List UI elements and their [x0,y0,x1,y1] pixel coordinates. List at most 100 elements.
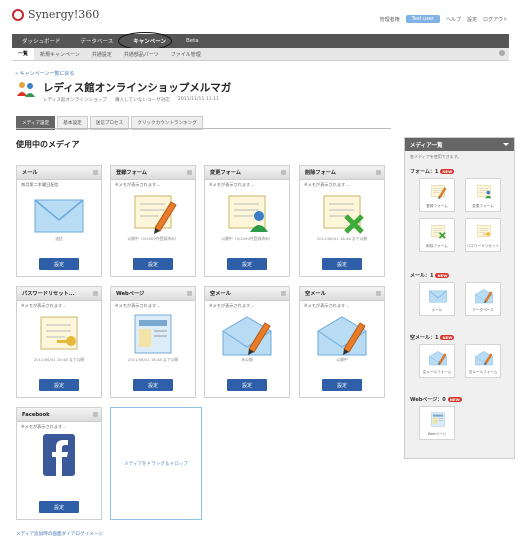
settings-button[interactable]: 設定 [322,379,362,391]
media-card: 変更フォーム ※メモが表示されます… 公開中（0/2000件登録済み） 設定 [204,165,290,277]
logo-text: Synergy!360 [28,8,100,21]
media-card-note: ※メモが表示されます… [115,182,161,187]
media-tile-label: パスワードリセット [466,244,500,248]
media-tile-label: 削除フォーム [426,244,448,248]
media-palette-note: 各メディアを使用できます。 [410,154,462,159]
dropzone-label: メディアをドラッグ＆ドロップ [124,461,188,467]
user-name-badge[interactable]: Test user [405,15,440,23]
close-icon[interactable] [93,170,98,175]
media-palette-tile[interactable]: 登録フォーム [419,178,455,212]
media-card-header[interactable]: 変更フォーム [205,166,289,180]
close-icon[interactable] [93,291,98,296]
media-tile-label: Webページ [427,432,447,436]
media-palette-tile[interactable]: 空メールフォーム [465,344,501,378]
close-icon[interactable] [187,170,192,175]
gear-icon[interactable] [499,50,505,56]
form-delete-icon [431,225,446,239]
user-area: 管理者権 Test user ヘルプ 設定 ログアウト [380,15,508,23]
new-badge: NEW [440,169,455,174]
media-tile-label: データベース [472,308,494,312]
media-palette-tile[interactable]: パスワードリセット [465,218,501,252]
media-palette-header[interactable]: メディア一覧 [405,138,514,151]
media-category-name: メール：1 [410,273,434,279]
media-card-note: ※メモが表示されます… [209,182,255,187]
media-card-status: 未公開 [241,357,253,362]
media-card-header[interactable]: 空メール [300,287,384,301]
media-card: Webページ ※メモが表示されます… 2011/06/01 18:48 まで公開 設定 [110,286,196,398]
close-icon[interactable] [376,291,381,296]
close-icon[interactable] [281,291,286,296]
media-card-header[interactable]: 登録フォーム [111,166,195,180]
nav-beta[interactable]: Beta [176,38,209,44]
media-card-header[interactable]: 削除フォーム [300,166,384,180]
media-palette: メディア一覧 各メディアを使用できます。 フォーム：1 NEW 登録フォーム 変更フォ… [404,137,515,459]
settings-button[interactable]: 設定 [39,379,79,391]
media-card-illustration [111,190,195,236]
subnav-common-settings[interactable]: 共通設定 [86,51,118,58]
settings-button[interactable]: 設定 [133,379,173,391]
media-card-status: 公開中（0/2000件登録済み） [127,236,179,241]
section-title: 使用中のメディア [16,140,80,149]
media-palette-tile[interactable]: 変更フォーム [465,178,501,212]
app-logo[interactable]: Synergy!360 [12,8,99,21]
nav-database[interactable]: データベース [71,37,124,45]
media-card-header[interactable]: 空メール [205,287,289,301]
footnote-link[interactable]: メディア追加時の画面ダイアログイメージ [16,531,103,537]
media-card-header[interactable]: Webページ [111,287,195,301]
collapse-icon[interactable] [503,143,509,146]
close-icon[interactable] [187,291,192,296]
settings-button[interactable]: 設定 [39,501,79,513]
meta-shop: レディス館オンラインショップ [43,98,107,103]
media-card-title: 削除フォーム [305,170,336,176]
media-palette-tile[interactable]: 空メールフォーム [419,344,455,378]
envelope-icon [429,290,447,303]
media-card-illustration [300,190,384,236]
form-pencil-icon [431,185,447,199]
media-card-title: Webページ [116,291,145,297]
media-card: 登録フォーム ※メモが表示されます… 公開中（0/2000件登録済み） 設定 [110,165,196,277]
logout-link[interactable]: ログアウト [483,16,508,23]
back-link[interactable]: « キャンペーン一覧に戻る [15,70,74,77]
help-link[interactable]: ヘルプ [446,16,461,23]
subnav-list[interactable]: 一覧 [12,48,35,60]
webpage-icon [134,314,172,354]
media-palette-tile[interactable]: データベース [465,282,501,316]
media-palette-tile[interactable]: 削除フォーム [419,218,455,252]
subnav-new-campaign[interactable]: 新規キャンペーン [34,51,86,58]
media-palette-tile[interactable]: メール [419,282,455,316]
close-icon[interactable] [376,170,381,175]
media-card-header[interactable]: メール [17,166,101,180]
settings-button[interactable]: 設定 [39,258,79,270]
new-badge: NEW [440,335,455,340]
subnav-file-manager[interactable]: ファイル管理 [165,51,207,58]
settings-button[interactable]: 設定 [322,258,362,270]
media-tile-label: 変更フォーム [472,204,494,208]
close-icon[interactable] [93,412,98,417]
subnav-parts[interactable]: 共通部品パーツ [118,51,165,58]
media-card-header[interactable]: Facebook [17,408,101,422]
media-card-illustration [17,311,101,357]
media-card-note: ※メモが表示されます… [115,303,161,308]
media-palette-tile[interactable]: Webページ [419,406,455,440]
media-tile-label: メール [431,308,443,312]
settings-button[interactable]: 設定 [227,379,267,391]
top-bar: Synergy!360 管理者権 Test user ヘルプ 設定 ログアウト [0,0,520,36]
close-icon[interactable] [281,170,286,175]
media-dropzone[interactable]: メディアをドラッグ＆ドロップ [110,407,202,520]
settings-button[interactable]: 設定 [227,258,267,270]
form-key-icon [40,316,78,350]
media-card-status: 公開中 [336,357,348,362]
media-card-title: メール [22,170,38,176]
settings-button[interactable]: 設定 [133,258,173,270]
media-card-header[interactable]: パスワードリセット... [17,287,101,301]
envelope-icon [34,199,84,233]
nav-dashboard[interactable]: ダッシュボード [12,37,71,45]
media-card-title: パスワードリセット... [22,291,75,297]
settings-link[interactable]: 設定 [467,16,477,23]
media-card: 削除フォーム ※メモが表示されます… 2011/06/01 18:48 まで公開 設定 [299,165,385,277]
open-envelope-icon [222,316,272,356]
media-card-title: 登録フォーム [116,170,147,176]
media-card-status: 送信 [55,236,63,241]
form-key-icon [477,225,491,238]
media-card-illustration [111,311,195,357]
